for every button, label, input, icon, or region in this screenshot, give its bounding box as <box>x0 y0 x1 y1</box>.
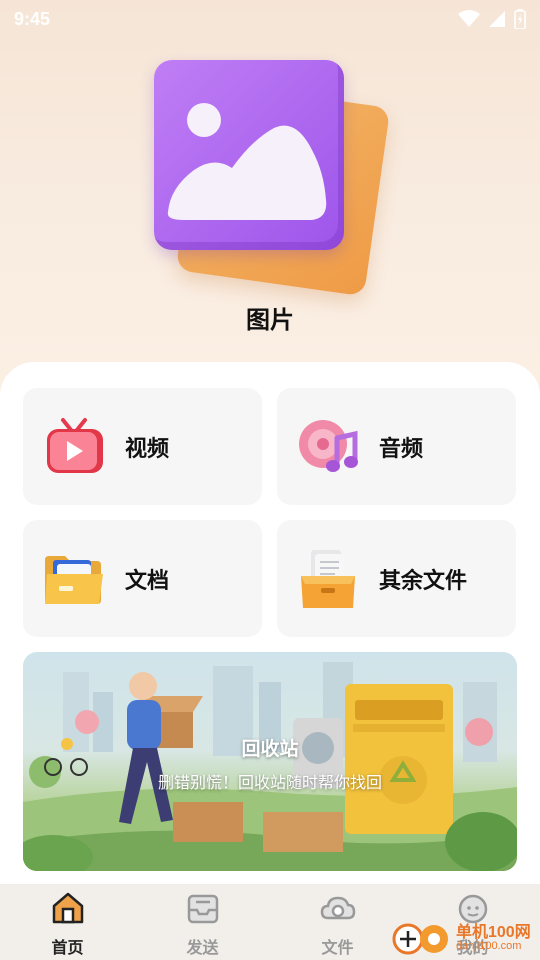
nav-home[interactable]: 首页 <box>0 884 135 960</box>
nav-send[interactable]: 发送 <box>135 884 270 960</box>
nav-files[interactable]: 文件 <box>270 884 405 960</box>
file-box-icon <box>297 548 359 610</box>
banner-illustration <box>23 662 517 871</box>
signal-icon <box>489 11 505 27</box>
hero-title: 图片 <box>246 306 294 334</box>
watermark-text: 单机100网 <box>456 924 531 941</box>
category-label: 视频 <box>125 436 170 462</box>
folder-docs-icon <box>43 548 105 610</box>
battery-icon <box>514 9 526 29</box>
category-label: 文档 <box>125 568 170 594</box>
status-time: 9:45 <box>14 8 51 29</box>
category-label: 音频 <box>379 436 424 462</box>
hero-images-category[interactable]: 图片 <box>0 58 540 348</box>
banner-subtitle: 删错别慌！回收站随时帮你找回 <box>157 773 382 792</box>
status-icons <box>458 9 526 29</box>
watermark-logo-icon <box>392 923 448 955</box>
nav-label: 文件 <box>321 938 354 957</box>
category-video-card[interactable]: 视频 <box>23 388 262 505</box>
category-label: 其余文件 <box>379 568 468 594</box>
inbox-tray-icon <box>187 894 218 924</box>
watermark-sub: danji100.com <box>456 940 522 952</box>
cloud-icon <box>320 896 355 920</box>
site-watermark: 单机100网 danji100.com <box>390 912 540 960</box>
nav-label: 发送 <box>186 938 219 957</box>
nav-label: 首页 <box>51 938 84 957</box>
status-bar: 9:45 <box>0 0 540 38</box>
recycle-bin-banner[interactable]: 回收站 删错别慌！回收站随时帮你找回 <box>23 652 517 871</box>
music-disc-icon <box>297 416 359 478</box>
tv-video-icon <box>43 416 105 478</box>
category-other-files-card[interactable]: 其余文件 <box>277 520 516 637</box>
category-docs-card[interactable]: 文档 <box>23 520 262 637</box>
category-audio-card[interactable]: 音频 <box>277 388 516 505</box>
home-icon <box>52 892 83 924</box>
banner-title: 回收站 <box>241 738 299 760</box>
image-picture-icon <box>154 60 344 250</box>
wifi-icon <box>458 10 480 27</box>
